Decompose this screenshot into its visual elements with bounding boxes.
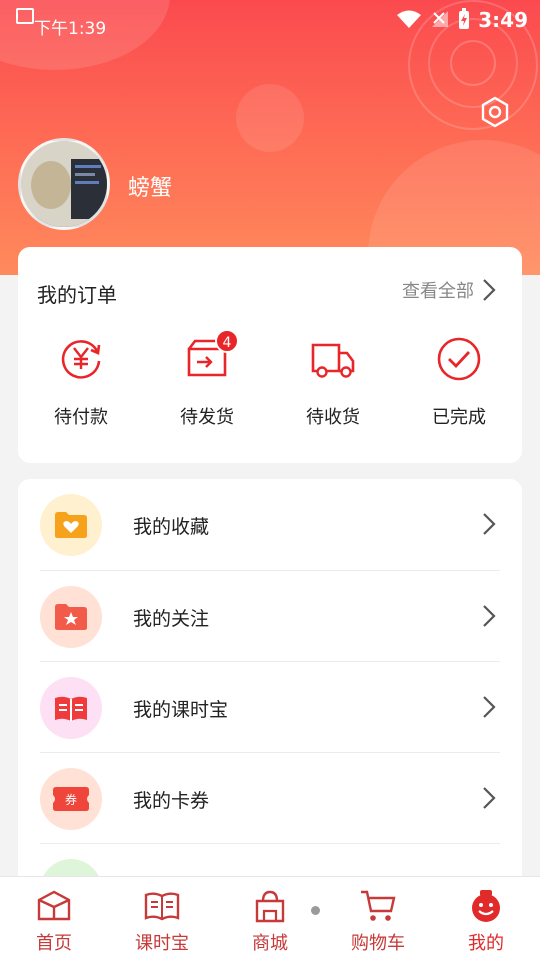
box-ship-icon: 4	[183, 329, 239, 383]
tab-label: 首页	[36, 933, 72, 954]
view-all-label: 查看全部	[402, 281, 474, 302]
menu-item-coupons[interactable]: 券 我的卡券	[18, 753, 522, 844]
avatar[interactable]	[18, 138, 110, 230]
menu-item-label: 我的关注	[133, 608, 210, 630]
menu-item-label: 我的收藏	[133, 516, 210, 538]
orders-card: 我的订单 查看全部 待付款 4 待发货 待收货 已完成	[18, 247, 522, 463]
menu-card: 我的收藏 我的关注 我的课时宝 券 我的卡券	[18, 479, 522, 899]
chevron-right-icon	[483, 696, 496, 718]
order-status-completed[interactable]: 已完成	[396, 335, 522, 429]
battery-charging-icon	[459, 8, 469, 29]
view-all-orders-link[interactable]: 查看全部	[402, 277, 496, 303]
tab-home[interactable]: 首页	[0, 877, 108, 960]
tab-label: 商城	[252, 933, 288, 954]
order-status-pending-shipment[interactable]: 4 待发货	[144, 329, 270, 429]
shop-bag-icon	[255, 890, 285, 923]
order-count-badge: 4	[215, 329, 239, 353]
coupon-icon-text: 券	[65, 792, 77, 807]
order-status-row: 待付款 4 待发货 待收货 已完成	[18, 329, 522, 429]
star-folder-icon	[40, 586, 102, 648]
menu-item-label: 我的卡券	[133, 790, 210, 812]
tab-course-treasure[interactable]: 课时宝	[108, 877, 216, 960]
bottom-tab-bar: 首页 课时宝 商城 购物车 我的	[0, 876, 540, 960]
home-box-icon	[37, 890, 71, 921]
status-bar: 下午1:39 3:49	[0, 0, 540, 44]
header-decoration	[450, 40, 496, 86]
order-status-label: 待付款	[54, 407, 108, 428]
menu-item-following[interactable]: 我的关注	[18, 571, 522, 662]
no-signal-icon	[432, 11, 448, 27]
header-decoration	[236, 84, 304, 152]
tab-mall[interactable]: 商城	[216, 877, 324, 960]
username[interactable]: 螃蟹	[128, 170, 172, 202]
menu-item-course-treasure[interactable]: 我的课时宝	[18, 662, 522, 753]
floating-dot-indicator	[311, 906, 320, 915]
status-clock: 3:49	[478, 8, 528, 32]
cart-icon	[361, 890, 396, 921]
chevron-right-icon	[483, 279, 496, 301]
hexagon-settings-icon	[481, 96, 509, 128]
avatar-photo	[21, 141, 107, 227]
truck-icon	[309, 335, 357, 383]
status-icons	[396, 8, 470, 30]
menu-item-favorites[interactable]: 我的收藏	[18, 479, 522, 570]
order-status-label: 待收货	[306, 407, 360, 428]
chevron-right-icon	[483, 605, 496, 627]
book-icon	[144, 892, 180, 921]
tab-cart[interactable]: 购物车	[324, 877, 432, 960]
coupon-icon: 券	[40, 768, 102, 830]
yen-refresh-icon	[57, 335, 105, 383]
tab-label: 我的	[468, 933, 504, 954]
tab-label: 课时宝	[135, 933, 189, 954]
orders-title: 我的订单	[37, 283, 117, 307]
wifi-icon	[397, 10, 421, 28]
chevron-right-icon	[483, 787, 496, 809]
chevron-right-icon	[483, 513, 496, 535]
open-book-icon	[40, 677, 102, 739]
check-circle-icon	[435, 335, 483, 383]
order-status-pending-receipt[interactable]: 待收货	[270, 335, 396, 429]
order-status-pending-payment[interactable]: 待付款	[18, 335, 144, 429]
order-status-label: 待发货	[180, 407, 234, 428]
smiley-profile-icon	[472, 890, 500, 922]
settings-button[interactable]	[478, 95, 512, 129]
order-status-label: 已完成	[432, 407, 486, 428]
tab-mine[interactable]: 我的	[432, 877, 540, 960]
favorites-folder-icon	[40, 494, 102, 556]
tab-label: 购物车	[351, 933, 405, 954]
image-notification-icon	[16, 8, 34, 24]
status-time: 下午1:39	[34, 19, 107, 39]
menu-item-label: 我的课时宝	[133, 699, 229, 721]
